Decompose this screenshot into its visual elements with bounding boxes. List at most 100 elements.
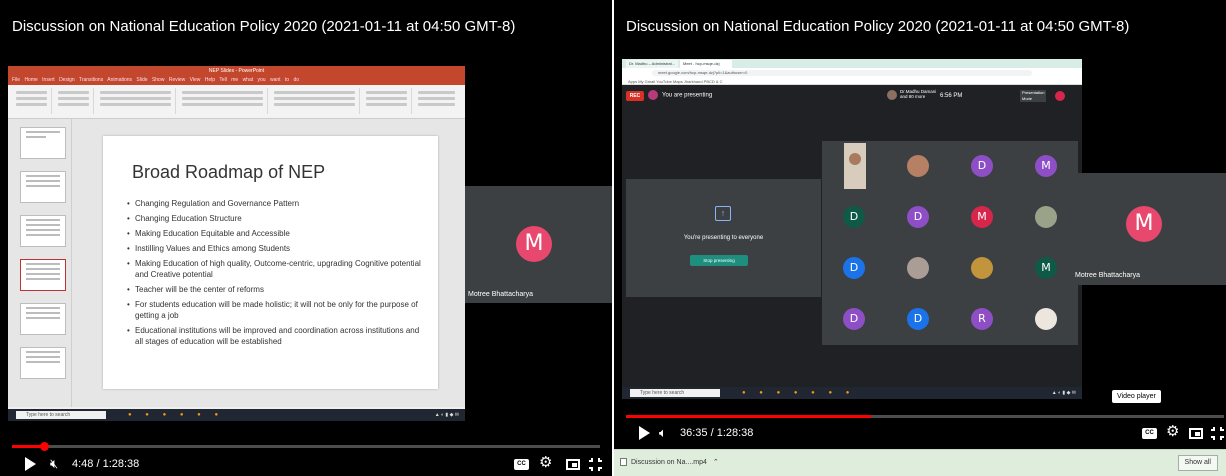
grid-avatar: D	[971, 155, 993, 177]
video-title: Discussion on National Education Policy …	[12, 18, 516, 35]
browser-tabs: Dr. Madhu – Administrat... Meet - hcp-ms…	[622, 59, 1082, 68]
presenting-status: You are presenting	[648, 90, 712, 100]
volume-icon[interactable]: 🔈︎	[659, 425, 667, 441]
participant-grid: D M D D M D M D D R	[822, 141, 1078, 347]
miniplayer-icon[interactable]	[566, 459, 580, 470]
browser-tab[interactable]: Dr. Madhu – Administrat...	[626, 60, 678, 68]
browser-tab-active[interactable]: Meet - hcp-msqe-dzj	[680, 60, 732, 68]
present-upload-icon: ↑	[715, 206, 731, 221]
slide-bullet: Changing Regulation and Governance Patte…	[127, 198, 427, 209]
bookmarks-bar: Apps My Gmail YouTube Maps Jharkhand PBC…	[622, 78, 1082, 85]
grid-avatar: D	[843, 257, 865, 279]
slide-thumbnail[interactable]	[20, 171, 66, 203]
progress-played	[12, 445, 44, 448]
grid-tile: D	[886, 294, 950, 345]
system-tray: ▲ ◐ ▮ ◆ ✉	[434, 412, 459, 418]
grid-tile: D	[822, 192, 886, 243]
slide-bullet: Educational institutions will be improve…	[127, 325, 427, 347]
grid-tile	[886, 141, 950, 192]
taskbar-search: Type here to search	[630, 389, 720, 397]
progress-bar[interactable]	[12, 442, 600, 451]
grid-tile: R	[950, 294, 1014, 345]
file-icon	[620, 458, 627, 467]
grid-tile: M	[950, 192, 1014, 243]
progress-played	[626, 415, 872, 418]
slide-thumbnail-selected[interactable]	[20, 259, 66, 291]
system-tray: ▲ ◐ ▮ ◆ ✉	[1051, 390, 1076, 396]
ppt-window-title: NEP Slides - PowerPoint	[8, 66, 465, 76]
grid-tile: M	[1014, 243, 1078, 294]
participant-tile: M Motree Bhattacharya	[1072, 173, 1226, 285]
show-all-button[interactable]: Show all	[1177, 455, 1218, 471]
slide-thumbnail[interactable]	[20, 303, 66, 335]
grid-avatar: D	[907, 206, 929, 228]
taskbar-app-icons: ● ● ● ● ● ● ●	[742, 390, 856, 396]
meet-top-bar: REC You are presenting Dr.Madhu Damani a…	[622, 86, 1082, 110]
progress-bar[interactable]	[626, 415, 1224, 418]
grid-avatar: R	[971, 308, 993, 330]
slide-bullet: Making Education Equitable and Accessibl…	[127, 228, 427, 239]
grid-avatar: D	[843, 308, 865, 330]
ppt-ribbon	[8, 85, 465, 119]
grid-tile: D	[886, 192, 950, 243]
grid-tile	[822, 141, 886, 192]
meet-clock: 6:56 PM	[940, 93, 963, 99]
grid-tile: D	[822, 294, 886, 345]
participant-name: Motree Bhattacharya	[1075, 272, 1140, 279]
slide-thumbnails[interactable]	[8, 119, 72, 407]
miniplayer-icon[interactable]	[1189, 428, 1203, 439]
captions-button[interactable]: CC	[514, 459, 529, 470]
grid-tile: D	[950, 141, 1014, 192]
grid-avatar: M	[1035, 155, 1057, 177]
slide-thumbnail[interactable]	[20, 347, 66, 379]
time-display: 36:35 / 1:28:38	[680, 427, 754, 439]
gear-icon[interactable]: ⚙	[539, 455, 552, 471]
chevron-up-icon[interactable]: ⌃	[713, 459, 719, 466]
presenting-message: You're presenting to everyone	[683, 235, 764, 241]
fullscreen-icon[interactable]	[1211, 427, 1224, 440]
taskbar-search: Type here to search	[16, 411, 106, 419]
slide-thumbnail[interactable]	[20, 215, 66, 247]
address-bar-row: meet.google.com/hcp-msqe-dzj?pli=1&authu…	[622, 68, 1082, 78]
slide-bullet: Teacher will be the center of reforms	[127, 284, 427, 295]
time-display: 4:48 / 1:28:38	[72, 458, 140, 470]
grid-tile	[1014, 192, 1078, 243]
video-title: Discussion on National Education Policy …	[626, 18, 1130, 35]
gear-icon[interactable]: ⚙	[1166, 424, 1179, 440]
grid-tile: M	[1014, 141, 1078, 192]
shared-powerpoint-window: NEP Slides - PowerPoint File Home Insert…	[8, 66, 465, 421]
participant-avatar: M	[1126, 206, 1162, 242]
participant-avatar: M	[516, 226, 552, 262]
play-icon[interactable]	[639, 426, 650, 440]
captions-button[interactable]: CC	[1142, 428, 1157, 439]
recording-badge: REC	[626, 91, 644, 101]
grid-tile: D	[822, 243, 886, 294]
fullscreen-icon[interactable]	[589, 458, 602, 471]
play-icon[interactable]	[25, 457, 36, 471]
stop-presenting-button[interactable]: Stop presenting	[690, 255, 748, 266]
taskbar-app-icons: ● ● ● ● ● ●	[128, 412, 225, 418]
slide-bullets: Changing Regulation and Governance Patte…	[127, 198, 427, 351]
slide-bullet: Instilling Values and Ethics among Stude…	[127, 243, 427, 254]
progress-knob[interactable]	[39, 442, 49, 451]
video-player-right[interactable]: Discussion on National Education Policy …	[614, 0, 1226, 476]
slide-title: Broad Roadmap of NEP	[132, 162, 326, 182]
slide-bullet: Changing Education Structure	[127, 213, 427, 224]
windows-taskbar: Type here to search ● ● ● ● ● ● ▲ ◐ ▮ ◆ …	[8, 409, 465, 421]
slide-bullet: For students education will be made holi…	[127, 299, 427, 321]
presentation-mode-button[interactable]: Presentation Mode	[1020, 90, 1046, 102]
presenting-card: ↑ You're presenting to everyone Stop pre…	[626, 179, 821, 297]
video-player-tooltip: Video player	[1112, 390, 1161, 403]
video-player-left[interactable]: Discussion on National Education Policy …	[0, 0, 612, 476]
grid-avatar: M	[1035, 257, 1057, 279]
slide-thumbnail[interactable]	[20, 127, 66, 159]
windows-taskbar: Type here to search ● ● ● ● ● ● ● ▲ ◐ ▮ …	[622, 387, 1082, 399]
muted-volume-icon[interactable]: 🔇︎	[50, 456, 58, 472]
address-bar[interactable]: meet.google.com/hcp-msqe-dzj?pli=1&authu…	[652, 70, 1032, 76]
slide-bullet: Making Education of high quality, Outcom…	[127, 258, 427, 280]
download-item[interactable]: Discussion on Na....mp4 ⌃	[620, 455, 719, 471]
host-label: Dr.Madhu Damani and 80 more	[900, 89, 937, 99]
grid-tile	[886, 243, 950, 294]
grid-avatar: D	[907, 308, 929, 330]
download-bar: Discussion on Na....mp4 ⌃ Show all	[614, 449, 1226, 476]
